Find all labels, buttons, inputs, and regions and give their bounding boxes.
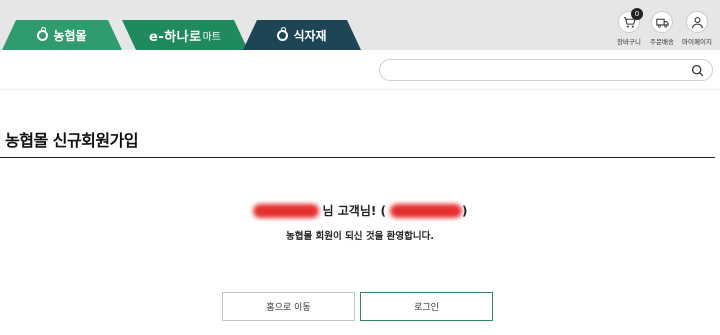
- search-row: [0, 50, 720, 90]
- tab-e-hanaro-label: e-하나로: [149, 29, 202, 45]
- welcome-greeting: 님 고객님! (: [322, 204, 386, 218]
- page-title: 농협몰 신규회원가입: [5, 131, 139, 150]
- welcome-close-paren: ): [462, 203, 468, 218]
- user-icon: [691, 16, 703, 28]
- login-button[interactable]: 로그인: [360, 292, 493, 321]
- cart-button[interactable]: 0 장바구니: [612, 8, 646, 46]
- welcome-text: 농협몰 회원이 되신 것을 환영합니다.: [286, 231, 434, 242]
- tab-nh-mall[interactable]: 농협몰: [2, 20, 122, 50]
- tab-e-hanaro-mart-label: 마트: [202, 31, 221, 43]
- order-delivery-button[interactable]: 주문배송: [645, 11, 679, 46]
- title-divider: [0, 157, 715, 158]
- search-input[interactable]: [390, 62, 680, 78]
- tab-nh-mall-label: 농협몰: [53, 28, 87, 43]
- cart-count-badge: 0: [631, 8, 643, 20]
- nh-logo-icon: [277, 30, 288, 41]
- redacted-member-name: [252, 203, 319, 218]
- go-home-button[interactable]: 홈으로 이동: [222, 292, 355, 321]
- tab-food-ingredients[interactable]: 식자재: [243, 20, 361, 50]
- welcome-message: 님 고객님! ( ) 농협몰 회원이 되신 것을 환영합니다.: [0, 202, 720, 242]
- tab-e-hanaro-mart[interactable]: e-하나로 마트: [122, 20, 248, 50]
- cart-label: 장바구니: [617, 38, 641, 46]
- top-bar: 농협몰 e-하나로 마트 식자재 0 장바구니 주문배송 마이페이지: [0, 0, 720, 50]
- truck-icon: [655, 18, 669, 28]
- order-delivery-label: 주문배송: [650, 38, 674, 46]
- mypage-button[interactable]: 마이페이지: [680, 11, 714, 46]
- nh-logo-icon: [37, 30, 48, 41]
- redacted-member-id: [390, 203, 462, 218]
- search-icon[interactable]: [691, 64, 704, 77]
- tab-food-ingredients-label: 식자재: [293, 28, 327, 43]
- mypage-label: 마이페이지: [682, 38, 712, 46]
- search-box: [379, 59, 713, 81]
